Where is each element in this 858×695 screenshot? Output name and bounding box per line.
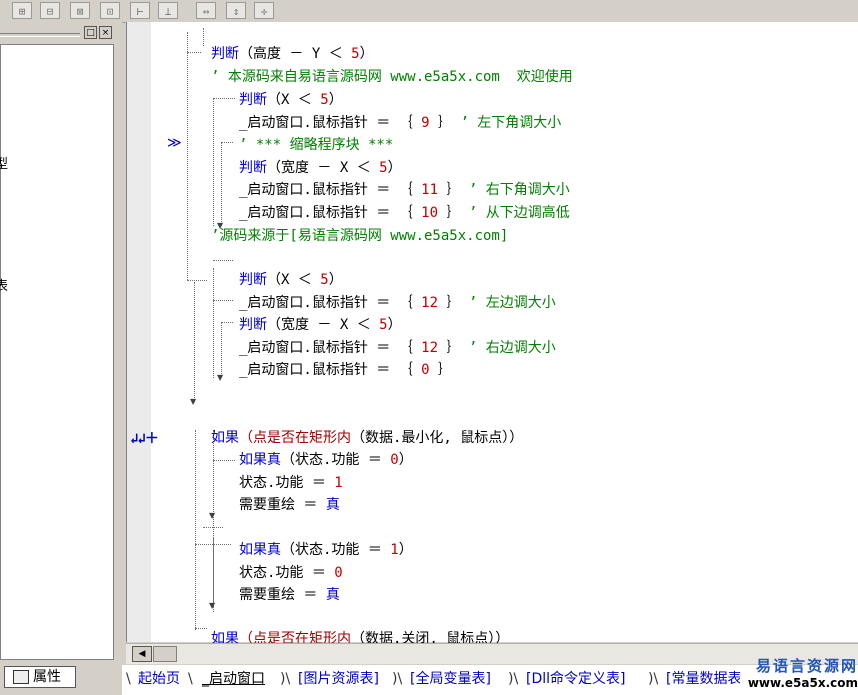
align-hcenter-icon[interactable]: ⊡ [100, 2, 120, 19]
properties-tab[interactable]: 属性 [4, 666, 76, 688]
scroll-thumb[interactable] [153, 646, 177, 662]
width-icon[interactable]: ↔ [196, 2, 216, 19]
tab-separator: \ [126, 671, 131, 687]
flow-line [195, 544, 231, 545]
align-vcenter-icon[interactable]: ⊠ [70, 2, 90, 19]
height-icon[interactable]: ↕ [226, 2, 246, 19]
flow-line [221, 322, 222, 376]
tab-start-page[interactable]: 起始页 [138, 667, 180, 691]
watermark-url: www.e5a5x.com [740, 675, 858, 691]
code-line[interactable]: 判断（X ＜ 5） [239, 271, 343, 289]
align-top-icon[interactable]: ⊟ [40, 2, 60, 19]
flow-line [187, 52, 201, 53]
scroll-left-icon[interactable]: ◀ [132, 646, 152, 662]
code-line[interactable]: 如果真（状态.功能 ＝ 0） [239, 451, 413, 469]
code-line[interactable]: 判断（高度 － Y ＜ 5） [211, 45, 374, 63]
left-panel-list[interactable]: 型 表 [0, 44, 114, 660]
flow-line [213, 268, 214, 378]
properties-tab-label: 属性 [33, 669, 61, 685]
align-left-icon[interactable]: ⊞ [12, 2, 32, 19]
editor-gutter [127, 22, 151, 642]
flow-line [221, 322, 233, 323]
flow-line [213, 98, 214, 226]
flow-arrow-icon: ▼ [209, 511, 216, 520]
center-icon[interactable]: ✛ [254, 2, 274, 19]
flow-line [213, 260, 233, 261]
flow-arrow-icon: ▼ [217, 373, 224, 382]
tab-separator: )\ [648, 671, 659, 687]
code-line[interactable]: _启动窗口.鼠标指针 ＝ ｛ 11 ｝ ’ 右下角调大小 [239, 181, 570, 199]
flow-line [213, 537, 214, 607]
code-line[interactable]: 判断（宽度 － X ＜ 5） [239, 159, 402, 177]
tab-separator: )\ [392, 671, 403, 687]
flow-line [221, 142, 222, 222]
flow-arrow-icon: ▼ [190, 397, 197, 406]
tab-dll-commands[interactable]: [Dll命令定义表] [526, 667, 625, 691]
current-line-marker-icon: ≫ [167, 135, 182, 151]
same-height-icon[interactable]: ⊥ [158, 2, 178, 19]
tab-separator: )\ [508, 671, 519, 687]
site-watermark: 易语言资源网 www.e5a5x.com [740, 657, 858, 691]
code-line[interactable]: _启动窗口.鼠标指针 ＝ ｛ 0 ｝ [239, 361, 452, 379]
left-panel-titlebar: □ × [0, 26, 117, 42]
flow-line [203, 527, 223, 528]
list-item-text: 表 [0, 279, 9, 294]
tab-global-variables[interactable]: [全局变量表] [410, 667, 491, 691]
code-line[interactable]: 如果真（状态.功能 ＝ 1） [239, 541, 413, 559]
flow-line [221, 142, 233, 143]
code-line[interactable]: _启动窗口.鼠标指针 ＝ ｛ 12 ｝ ’ 右边调大小 [239, 339, 556, 357]
close-icon[interactable]: × [99, 26, 112, 39]
restore-icon[interactable]: □ [84, 26, 97, 39]
flow-line [187, 32, 188, 280]
list-item-text: 型 [0, 157, 9, 172]
watermark-title: 易语言资源网 [755, 657, 858, 675]
properties-icon [13, 670, 29, 684]
code-line[interactable]: 判断（宽度 － X ＜ 5） [239, 316, 402, 334]
code-line[interactable]: 需要重绘 ＝ 真 [239, 586, 340, 604]
flow-line [194, 282, 195, 402]
code-comment[interactable]: ’源码来源于[易语言源码网 www.e5a5x.com] [211, 227, 508, 245]
flow-line [187, 280, 207, 281]
flow-arrow-icon: ▼ [209, 601, 216, 610]
code-line[interactable]: 状态.功能 ＝ 0 [239, 564, 343, 582]
alignment-toolbar: ⊞ ⊟ ⊠ ⊡ ⊢ ⊥ ↔ ↕ ✛ [0, 0, 858, 23]
code-comment[interactable]: ’ 本源码来自易语言源码网 www.e5a5x.com 欢迎使用 [211, 68, 573, 86]
code-line[interactable]: _启动窗口.鼠标指针 ＝ ｛ 12 ｝ ’ 左边调大小 [239, 294, 556, 312]
code-line[interactable]: 如果（点是否在矩形内（数据.最小化, 鼠标点）） [211, 429, 523, 447]
tab-constant-data[interactable]: [常量数据表 [666, 667, 741, 691]
flow-line [203, 28, 204, 46]
tab-separator: \ [188, 671, 193, 687]
flow-line [213, 460, 235, 461]
code-editor[interactable]: ≫ ↲↲＋ ▼ ▼ ▼ ▼ ▼ 判断（高度 － Y ＜ 5） ’ 本源码来自易语… [126, 22, 858, 647]
tab-image-resources[interactable]: [图片资源表] [298, 667, 379, 691]
code-line[interactable]: 需要重绘 ＝ 真 [239, 496, 340, 514]
code-line[interactable]: 判断（X ＜ 5） [239, 91, 343, 109]
code-comment[interactable]: ’ *** 缩略程序块 *** [239, 136, 393, 154]
flow-line [195, 628, 207, 629]
tab-startup-window[interactable]: _启动窗口 [202, 667, 265, 691]
breakpoint-icons: ↲↲＋ [130, 431, 159, 447]
flow-line [213, 300, 233, 301]
flow-line [213, 98, 235, 99]
code-line[interactable]: _启动窗口.鼠标指针 ＝ ｛ 9 ｝ ’ 左下角调大小 [239, 114, 561, 132]
code-line[interactable]: _启动窗口.鼠标指针 ＝ ｛ 10 ｝ ’ 从下边调高低 [239, 204, 570, 222]
flow-line [195, 430, 196, 630]
tab-separator: )\ [280, 671, 291, 687]
same-width-icon[interactable]: ⊢ [130, 2, 150, 19]
code-line[interactable]: 状态.功能 ＝ 1 [239, 474, 343, 492]
